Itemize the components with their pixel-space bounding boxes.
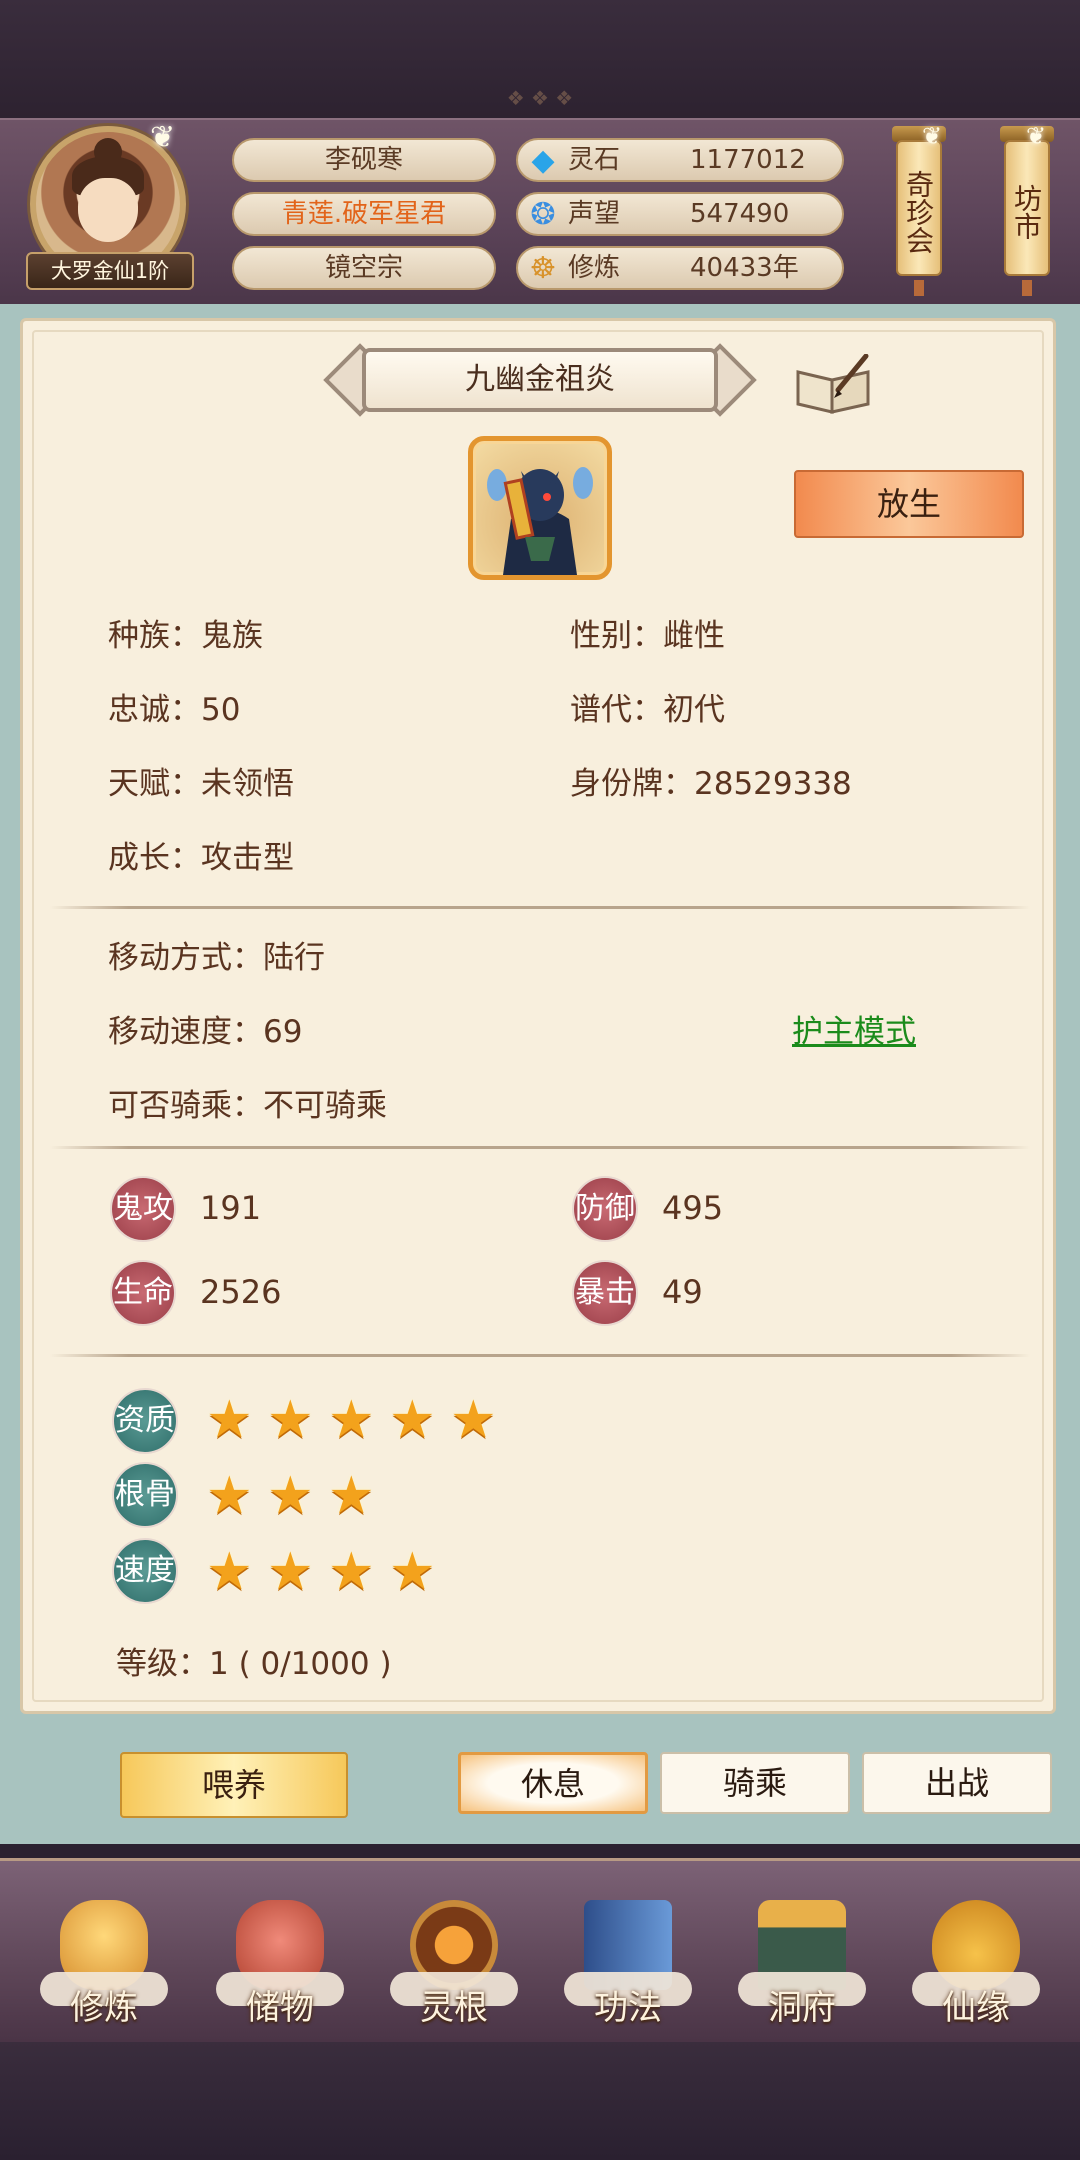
star-icon: ★ <box>389 1542 436 1602</box>
resource-value: 1177012 <box>690 145 806 175</box>
section-divider <box>50 1354 1030 1357</box>
butterfly-icon: ❦ <box>150 120 176 155</box>
section-divider <box>50 1146 1030 1149</box>
nav-label: 洞府 <box>768 1988 836 2028</box>
butterfly-icon: ❦ <box>922 122 943 150</box>
pet-rideable: 可否骑乘：不可骑乘 <box>108 1088 387 1124</box>
bottom-strip <box>0 2042 1080 2160</box>
star-icon: ★ <box>206 1542 253 1602</box>
lantern-label: 奇珍会 <box>896 140 942 276</box>
nav-fate[interactable]: 仙缘 <box>906 1900 1046 2040</box>
ornament-icon: ❖ ❖ ❖ <box>506 86 574 110</box>
star-icon: ★ <box>328 1390 375 1450</box>
crit-value: 49 <box>662 1273 703 1311</box>
release-button[interactable]: 放生 <box>794 470 1024 538</box>
treasure-fair-lantern[interactable]: 奇珍会 ❦ <box>892 122 946 296</box>
pet-gender: 性别：雌性 <box>570 618 725 654</box>
star-icon: ★ <box>328 1466 375 1526</box>
ghost-attack-value: 191 <box>200 1189 262 1227</box>
section-divider <box>50 906 1030 909</box>
nav-label: 修炼 <box>70 1988 138 2028</box>
feed-button[interactable]: 喂养 <box>120 1752 348 1818</box>
health-value: 2526 <box>200 1273 282 1311</box>
player-title[interactable]: 青莲.破军星君 <box>232 192 496 236</box>
resource-label: 声望 <box>568 199 621 229</box>
pet-codex-book-icon[interactable] <box>794 353 874 416</box>
pet-id: 身份牌：28529338 <box>570 766 852 802</box>
pet-move-speed: 移动速度：69 <box>108 1014 303 1050</box>
pet-name: 九幽金祖炎 <box>362 348 718 412</box>
nav-storage[interactable]: 储物 <box>210 1900 350 2040</box>
resource-reputation: ❂ 声望 547490 <box>516 192 844 236</box>
health-badge: 生命 <box>110 1260 176 1326</box>
nav-techniques[interactable]: 功法 <box>558 1900 698 2040</box>
speed-badge: 速度 <box>112 1538 178 1604</box>
star-icon: ★ <box>267 1390 314 1450</box>
crit-badge: 暴击 <box>572 1260 638 1326</box>
defense-value: 495 <box>662 1189 724 1227</box>
avatar-face <box>78 178 138 242</box>
star-icon: ★ <box>206 1466 253 1526</box>
rest-button[interactable]: 休息 <box>458 1752 648 1814</box>
star-icon: ★ <box>267 1466 314 1526</box>
reputation-icon: ❂ <box>530 197 556 232</box>
nav-cultivate[interactable]: 修炼 <box>34 1900 174 2040</box>
pet-generation: 谱代：初代 <box>570 692 725 728</box>
player-name: 李砚寒 <box>232 138 496 182</box>
resource-cultivation: ☸ 修炼 40433年 <box>516 246 844 290</box>
cultivation-icon: ☸ <box>529 251 557 286</box>
star-icon: ★ <box>389 1390 436 1450</box>
status-bar-area: ❖ ❖ ❖ <box>0 0 1080 118</box>
defense-badge: 防御 <box>572 1176 638 1242</box>
avatar-bun <box>94 138 122 166</box>
star-icon: ★ <box>450 1390 497 1450</box>
pet-name-banner: 九幽金祖炎 <box>323 343 757 417</box>
guard-mode-link[interactable]: 护主模式 <box>792 1006 916 1051</box>
pet-move-mode: 移动方式：陆行 <box>108 940 325 976</box>
ride-button[interactable]: 骑乘 <box>660 1752 850 1814</box>
star-icon: ★ <box>267 1542 314 1602</box>
market-lantern[interactable]: 坊市 ❦ <box>1000 122 1054 296</box>
pet-race: 种族：鬼族 <box>108 618 263 654</box>
player-sect[interactable]: 镜空宗 <box>232 246 496 290</box>
resource-label: 灵石 <box>568 145 621 175</box>
aptitude-badge: 资质 <box>112 1388 178 1454</box>
spirit-stone-icon: ◆ <box>531 143 555 178</box>
star-icon: ★ <box>328 1542 375 1602</box>
star-icon: ★ <box>206 1390 253 1450</box>
pet-portrait[interactable] <box>468 436 612 580</box>
nav-label: 功法 <box>594 1988 662 2028</box>
pet-talent: 天赋：未领悟 <box>108 766 294 802</box>
pet-level: 等级：1 ( 0/1000 ) <box>116 1646 392 1682</box>
lantern-label: 坊市 <box>1004 140 1050 276</box>
nav-cave-house[interactable]: 洞府 <box>732 1900 872 2040</box>
nav-label: 仙缘 <box>942 1988 1010 2028</box>
nav-label: 储物 <box>246 1988 314 2028</box>
resource-label: 修炼 <box>568 253 621 283</box>
resource-spirit-stone: ◆ 灵石 1177012 <box>516 138 844 182</box>
butterfly-icon: ❦ <box>1026 122 1047 150</box>
pet-loyalty: 忠诚：50 <box>108 692 241 728</box>
ghost-attack-badge: 鬼攻 <box>110 1176 176 1242</box>
nav-spirit-root[interactable]: 灵根 <box>384 1900 524 2040</box>
lantern-tassel <box>1022 280 1032 296</box>
resource-value: 547490 <box>690 199 790 229</box>
pet-growth: 成长：攻击型 <box>108 840 294 876</box>
bone-badge: 根骨 <box>112 1462 178 1528</box>
battle-button[interactable]: 出战 <box>862 1752 1052 1814</box>
rank-badge: 大罗金仙1阶 <box>26 252 194 290</box>
nav-label: 灵根 <box>420 1988 488 2028</box>
lantern-tassel <box>914 280 924 296</box>
resource-value: 40433年 <box>690 253 799 283</box>
